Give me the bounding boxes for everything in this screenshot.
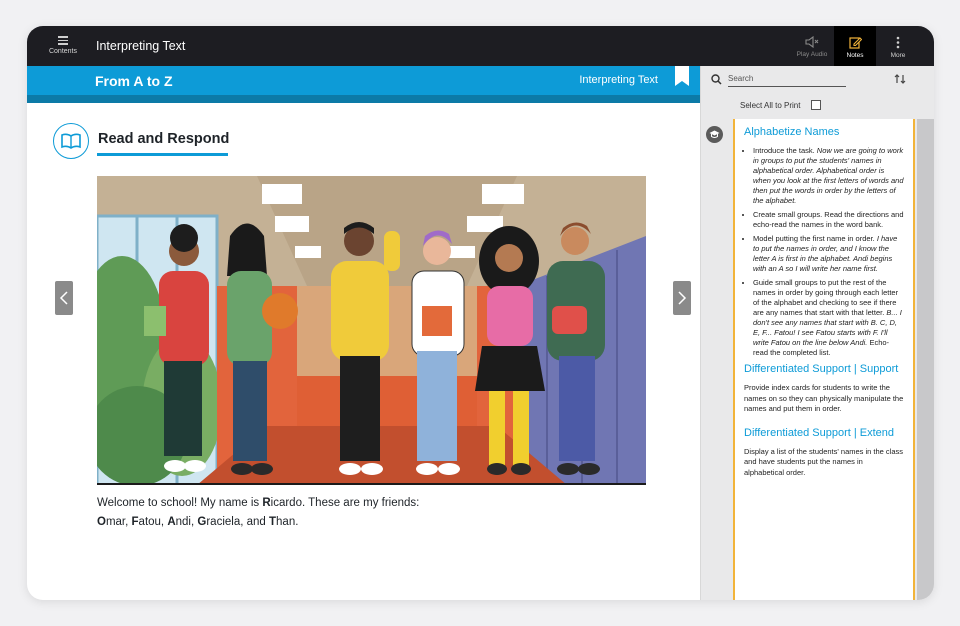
caption-text: Welcome to school! My name is <box>97 497 263 509</box>
note-list: Introduce the task. Now we are going to … <box>744 146 904 358</box>
contents-button[interactable]: Contents <box>41 34 85 62</box>
search-icon <box>711 72 722 90</box>
play-audio-button[interactable]: Play Audio <box>791 26 833 66</box>
story-caption: Welcome to school! My name is Ricardo. T… <box>97 494 657 532</box>
caption-initial: R <box>262 497 271 509</box>
menu-icon <box>58 36 68 45</box>
bookmark-icon[interactable] <box>675 66 689 86</box>
note-text: Create small groups. Read the directions… <box>753 210 904 229</box>
more-label: More <box>890 52 906 59</box>
top-bar: Contents Interpreting Text Play Audio No… <box>27 26 934 66</box>
lesson-header-stripe <box>27 95 700 103</box>
section-underline <box>97 153 228 156</box>
school-hallway-illustration <box>97 176 646 485</box>
more-vertical-icon <box>896 36 900 49</box>
caption-initial: A <box>167 516 176 528</box>
teacher-notes-card: Alphabetize Names Introduce the task. No… <box>733 119 915 600</box>
chevron-right-icon <box>678 291 687 305</box>
note-heading-support: Differentiated Support | Support <box>744 363 899 375</box>
notes-label: Notes <box>846 52 864 59</box>
app-window: Contents Interpreting Text Play Audio No… <box>27 26 934 600</box>
caption-text: mar, <box>105 516 132 528</box>
section-title: Read and Respond <box>98 131 230 147</box>
list-item: Model putting the first name in order. I… <box>753 234 904 274</box>
notes-button[interactable]: Notes <box>834 26 876 66</box>
sort-icon[interactable] <box>894 72 906 90</box>
select-all-label: Select All to Print <box>740 101 801 110</box>
caption-initial: F <box>131 516 139 528</box>
previous-slide-button[interactable] <box>55 281 73 315</box>
list-item: Guide small groups to put the rest of th… <box>753 278 904 358</box>
note-heading-extend: Differentiated Support | Extend <box>744 426 895 439</box>
caption-initial: O <box>97 516 106 528</box>
caption-text: atou, <box>138 516 168 528</box>
lesson-title: From A to Z <box>95 73 173 89</box>
chevron-left-icon <box>59 291 68 305</box>
select-all-checkbox[interactable] <box>811 100 821 110</box>
notes-search-input[interactable] <box>728 71 846 87</box>
note-text: Introduce the task. <box>753 146 817 155</box>
caption-text: raciela, and <box>206 516 269 528</box>
graduation-cap-icon[interactable] <box>706 126 723 143</box>
speaker-icon <box>805 36 819 48</box>
more-button[interactable]: More <box>877 26 919 66</box>
note-heading-alphabetize: Alphabetize Names <box>744 126 840 138</box>
open-book-icon <box>53 123 89 159</box>
contents-label: Contents <box>48 47 78 55</box>
list-item: Introduce the task. Now we are going to … <box>753 146 904 206</box>
lesson-header: From A to Z Interpreting Text <box>27 66 700 95</box>
lesson-subtitle: Interpreting Text <box>579 74 658 86</box>
caption-text: ndi, <box>175 516 198 528</box>
caption-initial: T <box>269 516 277 528</box>
caption-text: icardo. These are my friends: <box>270 497 420 509</box>
app-title: Interpreting Text <box>96 39 186 53</box>
notes-scrollbar[interactable] <box>917 119 934 600</box>
caption-line-1: Welcome to school! My name is Ricardo. T… <box>97 494 657 513</box>
note-text: Model putting the first name in order. <box>753 234 877 243</box>
caption-line-2: Omar, Fatou, Andi, Graciela, and Than. <box>97 513 657 532</box>
note-extend-text: Display a list of the students' names in… <box>744 446 904 477</box>
edit-note-icon <box>848 37 862 49</box>
caption-text: han. <box>276 516 299 528</box>
play-audio-label: Play Audio <box>796 51 828 58</box>
note-text: Guide small groups to put the rest of th… <box>753 278 899 317</box>
note-support-text: Provide index cards for students to writ… <box>744 383 904 413</box>
caption-initial: G <box>197 516 207 528</box>
next-slide-button[interactable] <box>673 281 691 315</box>
notes-panel: Select All to Print Alphabetize Names In… <box>700 66 934 600</box>
list-item: Create small groups. Read the directions… <box>753 210 904 230</box>
